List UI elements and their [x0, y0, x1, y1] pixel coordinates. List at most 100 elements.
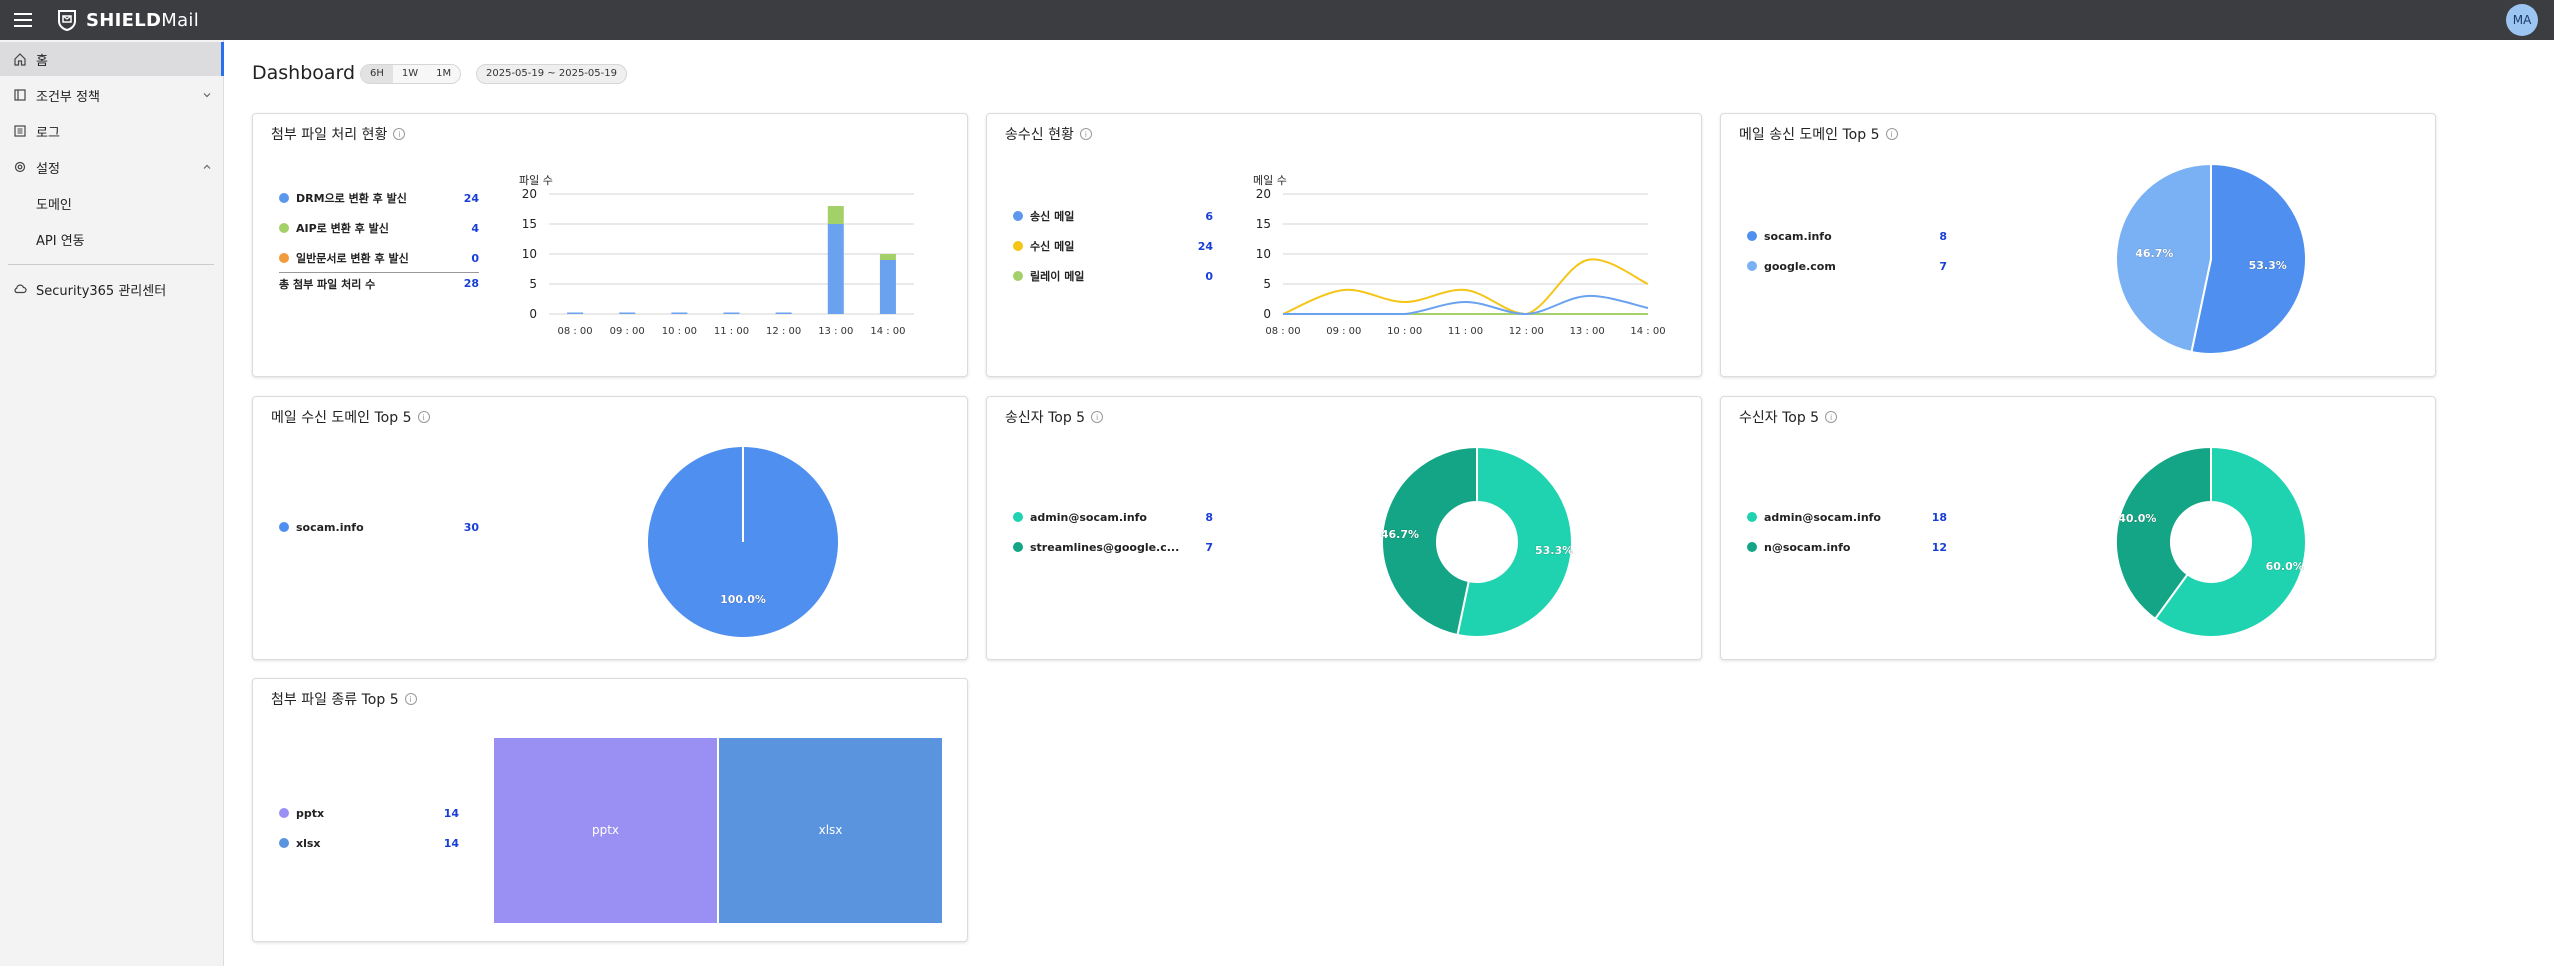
legend-dot [1013, 271, 1023, 281]
menu-icon[interactable] [12, 9, 34, 31]
legend-dot [1747, 261, 1757, 271]
sidebar-item-log[interactable]: 로그 [0, 114, 224, 148]
legend-dot [279, 193, 289, 203]
file-types-card: 첨부 파일 종류 Top 5i pptx 14 xlsx 14 pptx xlsx [252, 678, 968, 942]
legend-dot [279, 838, 289, 848]
log-icon [14, 125, 26, 137]
legend-dot [279, 253, 289, 263]
info-icon[interactable]: i [417, 411, 430, 423]
sidebar-item-label: 로그 [36, 125, 60, 141]
range-1w-button[interactable]: 1W [393, 65, 427, 83]
bar-0 [827, 224, 844, 314]
y-tick-label: 0 [1263, 307, 1271, 321]
x-tick-label: 11 : 00 [1448, 326, 1483, 337]
send-receive-card: 송수신 현황 i 송신 메일 6 수신 메일 24 릴레이 메일 0 메일 수 0 5 10 1… [986, 113, 1702, 377]
x-tick-label: 14 : 00 [870, 326, 905, 337]
legend-dot [279, 808, 289, 818]
sidebar-item-api[interactable]: API 연동 [0, 222, 224, 256]
send-receive-line-chart: 메일 수 0 5 10 15 20 08 : 00 09 : 00 10 : 00 11 : 00… [1253, 173, 1666, 337]
legend-item: admin@socam.info 18 [1747, 509, 1947, 525]
legend-item: 릴레이 메일 0 [1013, 268, 1213, 284]
legend-dot [279, 522, 289, 532]
sidebar-item-settings[interactable]: 설정 [0, 150, 224, 184]
data-label: 46.7% [1381, 528, 1419, 541]
sidebar-item-domain[interactable]: 도메인 [0, 186, 224, 220]
top-senders-donut-chart: 53.3% 46.7% [1381, 445, 1573, 638]
x-tick-label: 13 : 00 [818, 326, 853, 337]
y-tick-label: 10 [1256, 247, 1271, 261]
time-range-selector: 6H 1W 1M [360, 64, 462, 84]
legend-item: 일반문서로 변환 후 발신 0 [279, 250, 479, 266]
sidebar-item-label: 조건부 정책 [36, 89, 100, 105]
legend-item: admin@socam.info 8 [1013, 509, 1213, 525]
treemap-label: pptx [592, 823, 619, 837]
app-logo[interactable]: SHIELDMail [56, 7, 199, 33]
main-content: Dashboard 6H 1W 1M 2025-05-19 ~ 2025-05-… [224, 40, 2554, 966]
y-tick-label: 10 [522, 247, 537, 261]
top-receivers-card: 수신자 Top 5i admin@socam.info 18 n@socam.in… [1720, 396, 2436, 660]
y-tick-label: 20 [522, 187, 537, 201]
x-tick-label: 08 : 00 [557, 326, 592, 337]
top-senders-card: 송신자 Top 5i admin@socam.info 8 streamlines… [986, 396, 1702, 660]
x-tick-label: 08 : 00 [1265, 326, 1300, 337]
info-icon[interactable]: i [1091, 411, 1104, 423]
sidebar-item-policy[interactable]: 조건부 정책 [0, 78, 224, 112]
info-icon[interactable]: i [393, 128, 406, 140]
card-title: 송수신 현황 i [1005, 124, 1092, 144]
card-title: 송신자 Top 5i [1005, 407, 1104, 427]
legend-item: pptx 14 [279, 805, 459, 821]
legend-item: streamlines@google.c... 7 [1013, 539, 1213, 555]
sidebar-divider [8, 264, 214, 265]
sidebar-item-home[interactable]: 홈 [0, 42, 224, 76]
sidebar-item-label: Security365 관리센터 [36, 283, 167, 299]
y-axis-label: 메일 수 [1253, 173, 1287, 187]
x-tick-label: 14 : 00 [1630, 326, 1665, 337]
receive-domain-card: 메일 수신 도메인 Top 5i socam.info 30 100.0% [252, 396, 968, 660]
chevron-down-icon [203, 93, 211, 98]
brand-name: SHIELDMail [86, 9, 199, 31]
legend-item: 수신 메일 24 [1013, 238, 1213, 254]
y-tick-label: 5 [529, 277, 537, 291]
y-tick-label: 20 [1256, 187, 1271, 201]
top-bar: SHIELDMail MA [0, 0, 2554, 40]
range-6h-button[interactable]: 6H [361, 65, 393, 83]
legend-dot [1747, 542, 1757, 552]
data-label: 53.3% [2249, 259, 2287, 272]
info-icon[interactable]: i [1079, 128, 1092, 140]
legend-item: xlsx 14 [279, 835, 459, 851]
data-label: 60.0% [2266, 560, 2304, 573]
y-tick-label: 0 [529, 307, 537, 321]
x-tick-label: 09 : 00 [610, 326, 645, 337]
sidebar-item-label: API 연동 [36, 233, 85, 249]
receive-domain-pie-chart: 100.0% [648, 447, 838, 637]
x-tick-label: 12 : 00 [766, 326, 801, 337]
info-icon[interactable]: i [1885, 128, 1898, 140]
legend-dot [1013, 211, 1023, 221]
card-title: 첨부 파일 종류 Top 5i [271, 689, 417, 709]
info-icon[interactable]: i [1825, 411, 1838, 423]
sidebar: 홈 조건부 정책 로그 설정 도메인 API 연동 Security365 관리… [0, 40, 224, 966]
legend-dot [279, 223, 289, 233]
range-1m-button[interactable]: 1M [427, 65, 460, 83]
legend-dot [1013, 512, 1023, 522]
info-icon[interactable]: i [404, 693, 417, 705]
bar-0 [775, 312, 792, 314]
bar-0 [619, 312, 636, 314]
card-title: 수신자 Top 5i [1739, 407, 1838, 427]
page-title: Dashboard [252, 62, 356, 84]
top-receivers-donut-chart: 60.0% 40.0% [2115, 445, 2307, 638]
sidebar-item-label: 설정 [36, 161, 60, 177]
settings-icon [14, 161, 26, 173]
legend-dot [1013, 542, 1023, 552]
treemap-label: xlsx [819, 823, 843, 837]
avatar[interactable]: MA [2506, 4, 2538, 36]
data-label: 40.0% [2118, 512, 2156, 525]
sidebar-item-security365[interactable]: Security365 관리센터 [0, 272, 224, 306]
series-line-송신 메일 [1283, 294, 1649, 316]
bar-0 [723, 312, 740, 314]
date-range-picker[interactable]: 2025-05-19 ~ 2025-05-19 [476, 64, 627, 84]
data-label: 100.0% [720, 593, 766, 606]
send-domain-pie-chart: 53.3% 46.7% [2115, 162, 2307, 355]
bar-0 [567, 312, 584, 314]
home-icon [14, 53, 26, 66]
